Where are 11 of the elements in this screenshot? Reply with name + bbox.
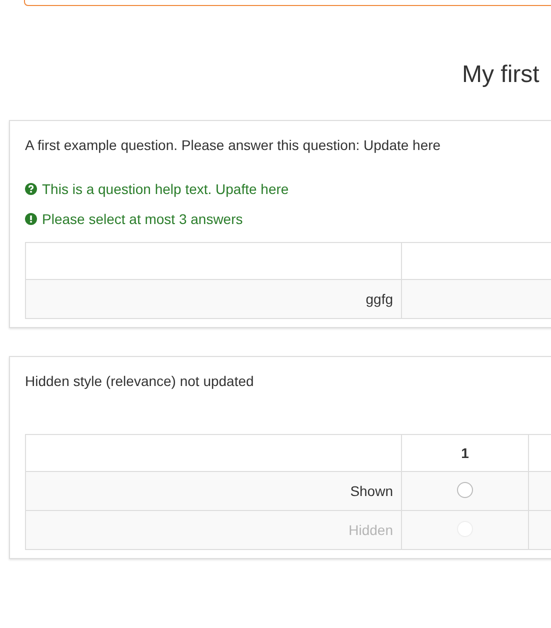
row-label: Hidden	[26, 510, 402, 550]
row-label: ggfg	[26, 280, 402, 318]
validation-tip: Please select at most 3 answers	[42, 210, 243, 229]
radio-button[interactable]	[457, 482, 473, 498]
survey-title: My first	[462, 60, 540, 90]
row-label: Shown	[26, 472, 402, 510]
question-text: A first example question. Please answer this question: Update here	[25, 136, 442, 155]
exclamation-circle-icon	[25, 213, 37, 225]
question-text: Hidden style (relevance) not updated	[25, 372, 255, 391]
help-text: This is a question help text. Upafte here	[42, 180, 289, 199]
question-circle-icon	[25, 183, 37, 195]
